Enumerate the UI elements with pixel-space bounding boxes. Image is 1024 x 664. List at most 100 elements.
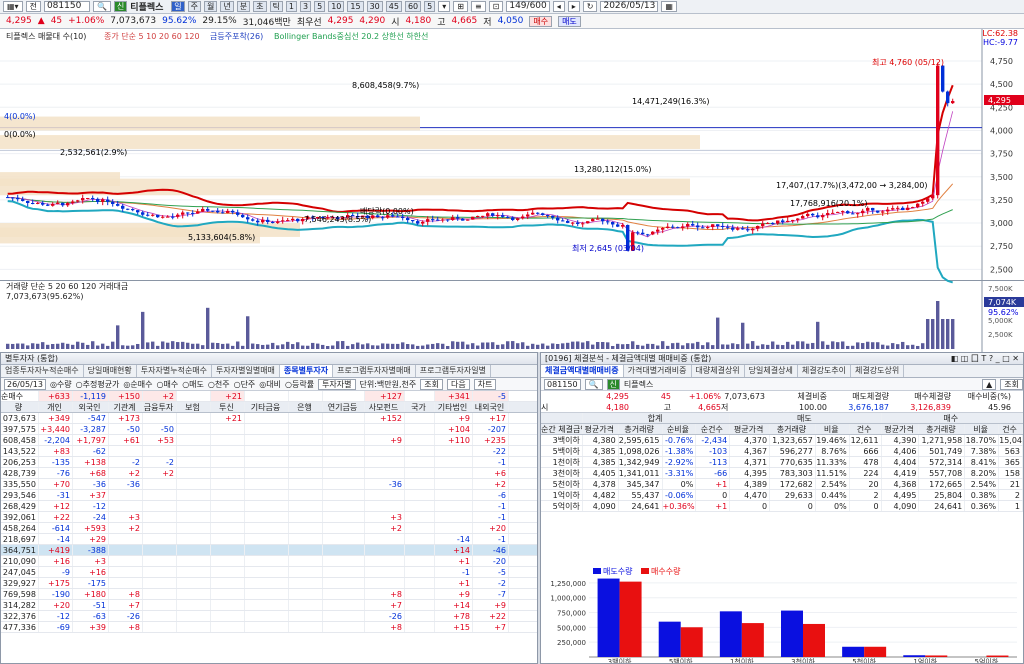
- table-row[interactable]: 5백이하 4,385 1,098,026 -1.38% -103 4,367 596,277…: [541, 446, 1023, 457]
- buy-button[interactable]: 매수: [529, 15, 553, 27]
- column-header[interactable]: 연기금등: [323, 402, 365, 412]
- table-row[interactable]: 206,253 -135 +138 -2 -2 -1: [1, 457, 537, 468]
- tab-price-ratio[interactable]: 가격대별거래비중: [624, 365, 692, 377]
- next-button[interactable]: 다음: [447, 378, 470, 390]
- table-row[interactable]: 247,045 -9 +16 -1 -5: [1, 567, 537, 578]
- tab-large-trades[interactable]: 대량체결상위: [692, 365, 745, 377]
- column-header[interactable]: 순건수: [696, 424, 731, 434]
- table-row[interactable]: 769,598 -190 +180 +8 +8 +9 -7: [1, 589, 537, 600]
- column-header[interactable]: 금융투자: [143, 402, 177, 412]
- table-row[interactable]: 073,673 +349 -547 +173 +21 +152 +9 +17: [1, 413, 537, 424]
- column-header[interactable]: 평균가격: [583, 424, 619, 434]
- radio-quantity[interactable]: ◎수량: [50, 379, 72, 390]
- table-row[interactable]: 1천이하 4,385 1,342,949 -2.92% -113 4,371 770,635…: [541, 457, 1023, 468]
- column-header[interactable]: 내외국인: [473, 402, 509, 412]
- tab-trade-detail[interactable]: 당일체결상세: [745, 365, 798, 377]
- column-header[interactable]: 투신: [211, 402, 245, 412]
- stock-code-input[interactable]: 081150: [544, 378, 581, 390]
- min-10-button[interactable]: 10: [328, 1, 345, 12]
- table-row[interactable]: 477,336 -69 +39 +8 +8 +15 +7: [1, 622, 537, 633]
- table-row[interactable]: 3백이하 4,380 2,595,615 -0.76% -2,434 4,370 1,323…: [541, 435, 1023, 446]
- period-second-button[interactable]: 초: [253, 1, 267, 12]
- toolbar-menu-button[interactable]: ▦▾: [3, 1, 23, 12]
- column-header[interactable]: 총거래량: [619, 424, 663, 434]
- radio-thousand[interactable]: ○천주: [208, 379, 230, 390]
- column-header[interactable]: 비율: [816, 424, 850, 434]
- tab-investor-cumulative[interactable]: 투자자별누적순매수: [137, 365, 213, 377]
- table-row[interactable]: 428,739 -76 +68 +2 +2 +6: [1, 468, 537, 479]
- table-row[interactable]: 218,697 -14 +29 -14 -1: [1, 534, 537, 545]
- mode-select[interactable]: 전: [25, 1, 41, 12]
- column-header[interactable]: 건수: [999, 424, 1023, 434]
- page-counter[interactable]: 149/600: [506, 1, 550, 12]
- chart-button[interactable]: 차트: [473, 378, 497, 390]
- tool-button[interactable]: ≡: [470, 1, 486, 12]
- tab-daily-trading[interactable]: 당일매매현황: [84, 365, 137, 377]
- table-row[interactable]: 314,282 +20 -51 +7 +7 +14 +9: [1, 600, 537, 611]
- radio-buy[interactable]: ○매수: [156, 379, 178, 390]
- tab-amount-ratio[interactable]: 체결금액대별매매비중: [541, 365, 624, 377]
- radio-net-buy[interactable]: ◎순매수: [123, 379, 152, 390]
- price-chart-canvas[interactable]: 티플렉스 매물대 수(10) 종가 단순 5 10 20 60 120 금등주포…: [0, 29, 1024, 352]
- min-45-button[interactable]: 45: [385, 1, 402, 12]
- column-header[interactable]: 개인: [39, 402, 73, 412]
- search-button[interactable]: 조회: [1000, 378, 1023, 390]
- min-15-button[interactable]: 15: [347, 1, 364, 12]
- table-row[interactable]: 322,376 -12 -63 -26 -26 +78 +22: [1, 611, 537, 622]
- table-row[interactable]: 268,429 +12 -12 -1: [1, 501, 537, 512]
- column-header[interactable]: 총거래량: [919, 424, 966, 434]
- min-custom-select[interactable]: 5: [424, 1, 436, 12]
- column-header[interactable]: 국가: [405, 402, 435, 412]
- period-day-button[interactable]: 일: [171, 1, 185, 12]
- table-row[interactable]: 210,090 +16 +3 +1 -20: [1, 556, 537, 567]
- column-header[interactable]: 외국인: [73, 402, 109, 412]
- table-row[interactable]: 392,061 +22 -24 +3 +3 -1: [1, 512, 537, 523]
- tab-strength-top[interactable]: 체결강도상위: [851, 365, 905, 377]
- table-row[interactable]: 397,575 +3,440 -3,287 -50 -50 +104 -207: [1, 424, 537, 435]
- column-header[interactable]: 량: [1, 402, 39, 412]
- tool-button[interactable]: ↻: [582, 1, 598, 12]
- min-1-button[interactable]: 1: [285, 1, 298, 12]
- table-row[interactable]: 364,751 +419 -388 +14 -46: [1, 545, 537, 556]
- investor-select[interactable]: 투자자별: [318, 378, 356, 390]
- column-header[interactable]: 사모펀드: [365, 402, 405, 412]
- tool-button[interactable]: ◂: [552, 1, 565, 12]
- search-icon[interactable]: 🔍: [92, 1, 111, 12]
- column-header[interactable]: 순비율: [663, 424, 697, 434]
- table-row[interactable]: 329,927 +175 -175 +1 -2: [1, 578, 537, 589]
- column-header[interactable]: 총거래량: [770, 424, 816, 434]
- column-header[interactable]: 보험: [177, 402, 211, 412]
- column-header[interactable]: 평균가격: [882, 424, 920, 434]
- sell-button[interactable]: 매도: [558, 15, 581, 27]
- tool-button[interactable]: ⊡: [488, 1, 504, 12]
- table-row[interactable]: 293,546 -31 +37 -6: [1, 490, 537, 501]
- table-row[interactable]: 143,522 +83 -62 -22: [1, 446, 537, 457]
- period-year-button[interactable]: 년: [220, 1, 234, 12]
- min-60-button[interactable]: 60: [404, 1, 422, 12]
- table-row[interactable]: 608,458 -2,204 +1,797 +61 +53 +9 +110 +235: [1, 435, 537, 446]
- radio-avg-price[interactable]: ○추정평균가: [76, 379, 120, 390]
- table-row[interactable]: 5천이하 4,378 345,347 0% +1 4,389 172,682 2.54% 20 4…: [541, 479, 1023, 490]
- column-header[interactable]: 기관계: [109, 402, 143, 412]
- tab-strength-trend[interactable]: 체결강도추이: [798, 365, 852, 377]
- table-row[interactable]: 458,264 -614 +593 +2 +2 +20: [1, 523, 537, 534]
- stock-code-input[interactable]: 081150: [43, 1, 90, 12]
- radio-diff[interactable]: ◎대비: [259, 379, 281, 390]
- tab-stock-investor[interactable]: 종목별투자자: [279, 365, 334, 377]
- table-row[interactable]: 5억이하 4,090 24,641 +0.36% +1 0 0 0% 0 4,090 24,641 0…: [541, 501, 1023, 512]
- search-button[interactable]: 조회: [420, 378, 444, 390]
- table-row[interactable]: 335,550 +70 -36 -36 -36 +2: [1, 479, 537, 490]
- column-header[interactable]: 순간 체결금액: [541, 424, 583, 434]
- tool-button[interactable]: ▾: [438, 1, 451, 12]
- min-30-button[interactable]: 30: [366, 1, 383, 12]
- min-3-button[interactable]: 3: [300, 1, 312, 12]
- period-minute-button[interactable]: 분: [236, 1, 251, 12]
- table-row[interactable]: 3천이하 4,405 1,341,011 -3.31% -66 4,395 783,303 1…: [541, 468, 1023, 479]
- period-week-button[interactable]: 주: [187, 1, 202, 12]
- period-month-button[interactable]: 월: [204, 1, 218, 12]
- column-header[interactable]: 기타금융: [245, 402, 289, 412]
- tab-program-daily[interactable]: 프로그램투자자일별: [416, 365, 491, 377]
- search-icon[interactable]: 🔍: [584, 378, 603, 390]
- column-header[interactable]: 평균가격: [730, 424, 771, 434]
- column-header[interactable]: 건수: [850, 424, 882, 434]
